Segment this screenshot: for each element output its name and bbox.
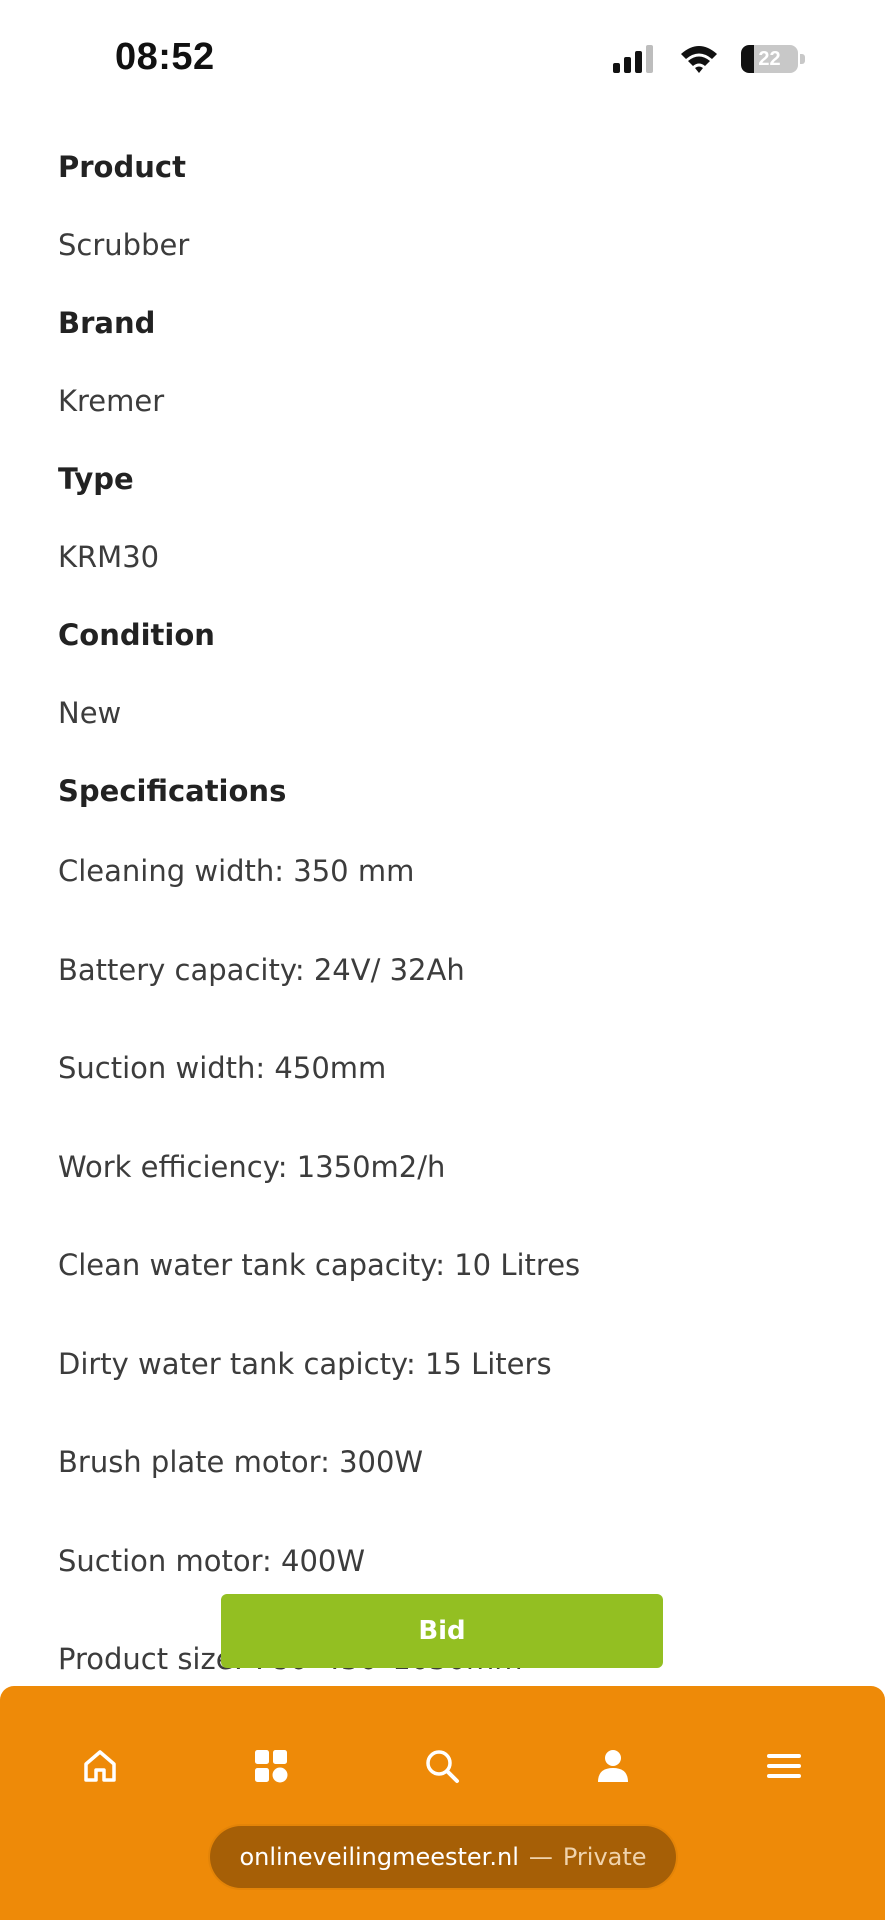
spec-item: Work efficiency: 1350m2/h: [58, 1150, 446, 1184]
battery-cap: [800, 54, 805, 64]
url-separator: —: [528, 1843, 553, 1871]
brand-label: Brand: [58, 306, 156, 340]
screen: 08:52 22 Product Scrubber Brand Kremer T…: [0, 0, 885, 1920]
condition-value: New: [58, 696, 122, 730]
nav-menu[interactable]: [754, 1736, 814, 1796]
categories-icon: [255, 1750, 288, 1783]
product-value: Scrubber: [58, 228, 190, 262]
spec-item: Cleaning width: 350 mm: [58, 854, 415, 888]
private-mode-label: Private: [562, 1843, 647, 1871]
home-icon: [84, 1750, 116, 1782]
browser-address-bar[interactable]: onlineveilingmeester.nl — Private: [210, 1826, 676, 1888]
bid-button[interactable]: Bid: [221, 1594, 663, 1668]
nav-search[interactable]: [412, 1736, 472, 1796]
battery-body: 22: [741, 45, 799, 73]
type-value: KRM30: [58, 540, 160, 574]
spec-item: Dirty water tank capicty: 15 Liters: [58, 1347, 552, 1381]
url-domain: onlineveilingmeester.nl: [239, 1843, 519, 1871]
status-time: 08:52: [115, 36, 215, 78]
type-label: Type: [58, 462, 134, 496]
nav-home[interactable]: [70, 1736, 130, 1796]
spec-item: Battery capacity: 24V/ 32Ah: [58, 953, 465, 987]
nav-account[interactable]: [583, 1736, 643, 1796]
brand-value: Kremer: [58, 384, 165, 418]
account-icon: [598, 1750, 628, 1782]
product-label: Product: [58, 150, 186, 184]
wifi-icon: [681, 46, 717, 73]
search-icon: [426, 1750, 459, 1783]
spec-item: Brush plate motor: 300W: [58, 1445, 424, 1479]
spec-item: Suction width: 450mm: [58, 1051, 387, 1085]
status-icons: 22: [613, 44, 805, 74]
nav-categories[interactable]: [241, 1736, 301, 1796]
signal-icon: [613, 45, 653, 73]
specifications-label: Specifications: [58, 774, 287, 808]
status-bar: 08:52 22: [0, 0, 885, 120]
spec-item: Suction motor: 400W: [58, 1544, 366, 1578]
battery-icon: 22: [741, 45, 805, 73]
battery-level: 22: [758, 47, 781, 70]
bottom-navigation: onlineveilingmeester.nl — Private: [0, 1686, 885, 1920]
menu-icon: [767, 1754, 801, 1778]
condition-label: Condition: [58, 618, 215, 652]
spec-item: Clean water tank capacity: 10 Litres: [58, 1248, 581, 1282]
